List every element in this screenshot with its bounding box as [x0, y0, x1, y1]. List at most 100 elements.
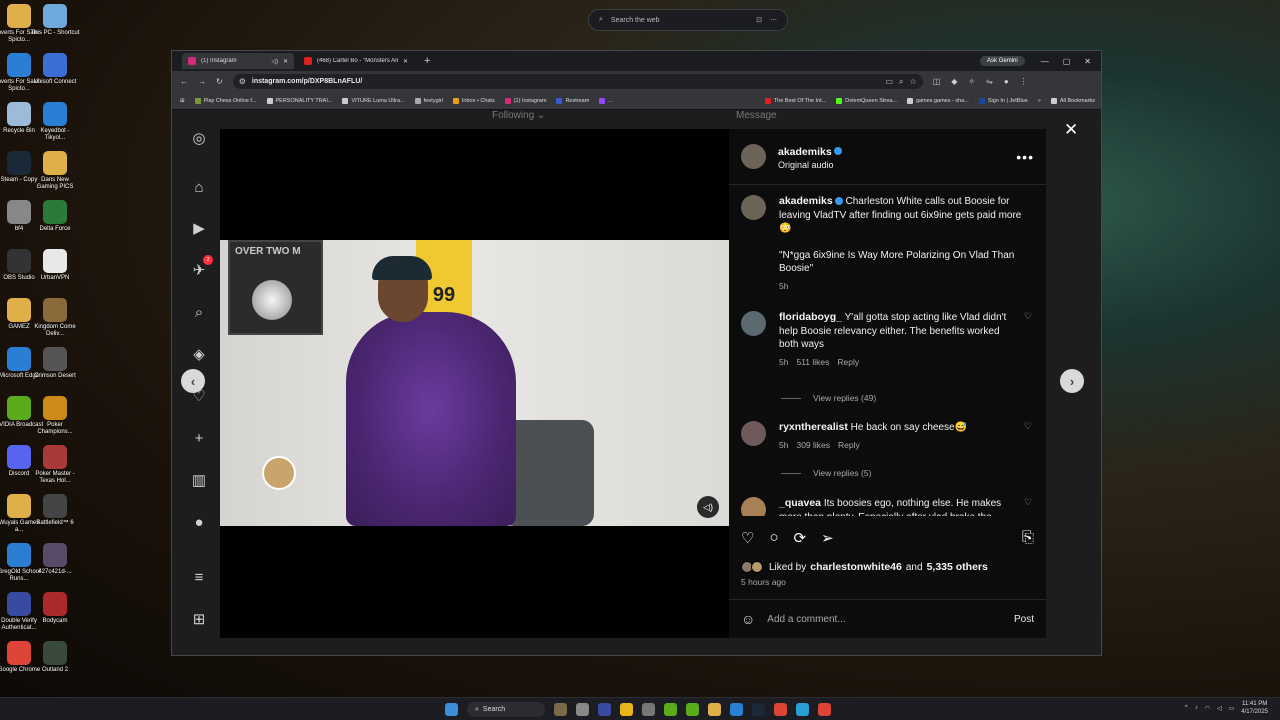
like-comment-heart-icon[interactable]: ♡	[1024, 421, 1034, 452]
menu-icon[interactable]: ≡	[189, 567, 209, 587]
bookmark-item[interactable]: Play Chess Online f...	[194, 97, 257, 104]
reply-button[interactable]: Reply	[837, 356, 859, 370]
like-comment-heart-icon[interactable]: ♡	[1024, 311, 1034, 369]
comment-icon[interactable]: ○	[769, 529, 778, 547]
avatar[interactable]	[741, 311, 766, 336]
like-comment-heart-icon[interactable]: ♡	[1024, 497, 1034, 516]
desktop-icon[interactable]: Bodycam	[30, 592, 80, 625]
settings-icon[interactable]	[642, 703, 655, 716]
tab-close-icon[interactable]: ✕	[403, 58, 408, 65]
caption-username[interactable]: akademiks	[779, 195, 833, 207]
avatar[interactable]	[741, 144, 766, 169]
sidebar-icon[interactable]: ⇋	[986, 77, 993, 86]
more-apps-icon[interactable]: ⊞	[189, 609, 209, 629]
following-dropdown[interactable]: Following ⌄	[492, 110, 545, 121]
desktop-icon[interactable]: Outland 2	[30, 641, 80, 674]
reply-button[interactable]: Reply	[838, 439, 860, 453]
volume-icon[interactable]: ◁)	[697, 496, 719, 518]
comment-input[interactable]: Add a comment...	[767, 614, 1002, 625]
desktop-icon[interactable]: 427c421d-...	[30, 543, 80, 576]
search-icon[interactable]: ⌕	[189, 302, 209, 322]
prev-post-arrow-icon[interactable]: ‹	[181, 369, 205, 393]
dashboard-icon[interactable]: ▥	[189, 470, 209, 490]
close-window-icon[interactable]: ✕	[1084, 57, 1091, 66]
avatar[interactable]	[741, 421, 766, 446]
bell-icon[interactable]: ♪	[1195, 705, 1198, 711]
bookmark-item[interactable]: (1) Instagram	[504, 97, 546, 104]
shield-app-icon[interactable]	[598, 703, 611, 716]
tab-youtube[interactable]: (468) Cartel Bo - "Monsters Am... ✕	[298, 53, 414, 69]
more-icon[interactable]: ⋯	[770, 16, 777, 24]
bookmark-item[interactable]: Inbox • Chats	[452, 97, 495, 104]
desktop-icon[interactable]: Poker Champions...	[30, 396, 80, 436]
apps-icon[interactable]: ⊞	[180, 98, 185, 104]
view-replies[interactable]: View replies (49)	[781, 393, 876, 403]
desktop-icon[interactable]: Dans New Gaming PICS	[30, 151, 80, 191]
create-icon[interactable]: +	[189, 428, 209, 448]
liked-user[interactable]: charlestonwhite46	[810, 561, 902, 573]
new-tab-icon[interactable]: +	[418, 55, 436, 67]
chrome-icon[interactable]	[774, 703, 787, 716]
liked-others[interactable]: 5,335 others	[927, 561, 988, 573]
all-bookmarks[interactable]: All Bookmarks	[1050, 97, 1101, 104]
post-username[interactable]: akademiks	[778, 146, 832, 158]
web-search-bar[interactable]: ⌕ Search the web ⊡ ⋯	[588, 9, 788, 31]
tab-close-icon[interactable]: ✕	[283, 58, 288, 65]
comment-username[interactable]: floridaboyg_	[779, 311, 842, 323]
store-icon[interactable]	[730, 703, 743, 716]
desktop-icon[interactable]: Delta Force	[30, 200, 80, 233]
instagram-logo-icon[interactable]: ◎	[189, 128, 209, 148]
maximize-icon[interactable]: ▢	[1063, 57, 1071, 66]
profile-avatar-icon[interactable]: ●	[189, 512, 209, 532]
liked-by[interactable]: Liked by charlestonwhite46 and 5,335 oth…	[741, 561, 988, 573]
bookmark-item[interactable]: PERSONALITY TRAI...	[266, 97, 332, 104]
minimize-icon[interactable]: —	[1041, 57, 1049, 66]
like-heart-icon[interactable]: ♡	[741, 529, 754, 547]
forward-icon[interactable]: →	[198, 77, 206, 86]
bookmark-item[interactable]: DelemQueen Strea...	[836, 97, 897, 104]
bookmark-item[interactable]: feetygirl	[414, 97, 443, 104]
explore-icon[interactable]: ◈	[189, 344, 209, 364]
messages-icon[interactable]: ✈ 2	[189, 255, 213, 280]
wifi-icon[interactable]: ◠	[1205, 705, 1210, 712]
bookmark-item[interactable]: games games - sha...	[906, 97, 969, 104]
avatar[interactable]	[741, 195, 766, 220]
battery-icon[interactable]: ▭	[1229, 705, 1235, 712]
shield-icon[interactable]: ◆	[951, 77, 957, 86]
desktop-icon[interactable]: Battlefield™ 6	[30, 494, 80, 527]
post-comment-button[interactable]: Post	[1014, 614, 1034, 625]
desktop-icon[interactable]: Crimson Desert	[30, 347, 80, 380]
tray-chevron-icon[interactable]: ^	[1185, 705, 1188, 711]
lens-icon[interactable]: ⊡	[756, 16, 762, 24]
more-options-icon[interactable]: •••	[1016, 149, 1034, 165]
reel-avatar[interactable]	[262, 456, 296, 490]
comment-username[interactable]: ryxntherealist	[779, 421, 848, 433]
reload-icon[interactable]: ↻	[216, 77, 223, 86]
ask-gemini-button[interactable]: Ask Gemini	[980, 56, 1025, 66]
menu-icon[interactable]: ⋮	[1020, 77, 1028, 86]
share-icon[interactable]: ➢	[821, 529, 834, 547]
audio-label[interactable]: Original audio	[778, 160, 1004, 170]
widgets-icon[interactable]	[554, 703, 567, 716]
bookmark-item[interactable]: Restream	[556, 97, 589, 104]
nvidia-icon[interactable]	[686, 703, 699, 716]
clock[interactable]: 11:41 PM 4/17/2025	[1241, 700, 1268, 716]
post-video[interactable]: OVER TWO M 99 ◁)	[220, 129, 729, 638]
chrome-alt-icon[interactable]	[818, 703, 831, 716]
comment-username[interactable]: _quavea	[779, 497, 821, 509]
desktop-icon[interactable]: Poker Master - Texas Hol...	[30, 445, 80, 485]
chrome-canary-icon[interactable]	[620, 703, 633, 716]
bookmark-item[interactable]: VITURE Luma Ultra...	[342, 97, 405, 104]
taskbar-search[interactable]: ⌕ Search	[467, 702, 545, 717]
repost-icon[interactable]: ⟳	[794, 529, 807, 547]
bookmark-item[interactable]: Sign In | JetBlue	[978, 97, 1028, 104]
comment-likes[interactable]: 309 likes	[796, 439, 830, 453]
extension-icon[interactable]: ◫	[933, 77, 941, 86]
volume-icon[interactable]: ◁	[1217, 705, 1222, 712]
profile-icon[interactable]: ●	[1004, 77, 1009, 86]
file-explorer-icon[interactable]	[708, 703, 721, 716]
task-view-icon[interactable]	[576, 703, 589, 716]
screen-icon[interactable]: ▭	[885, 77, 893, 86]
comment-likes[interactable]: 511 likes	[796, 356, 829, 370]
site-info-icon[interactable]: ⚙	[239, 77, 246, 86]
